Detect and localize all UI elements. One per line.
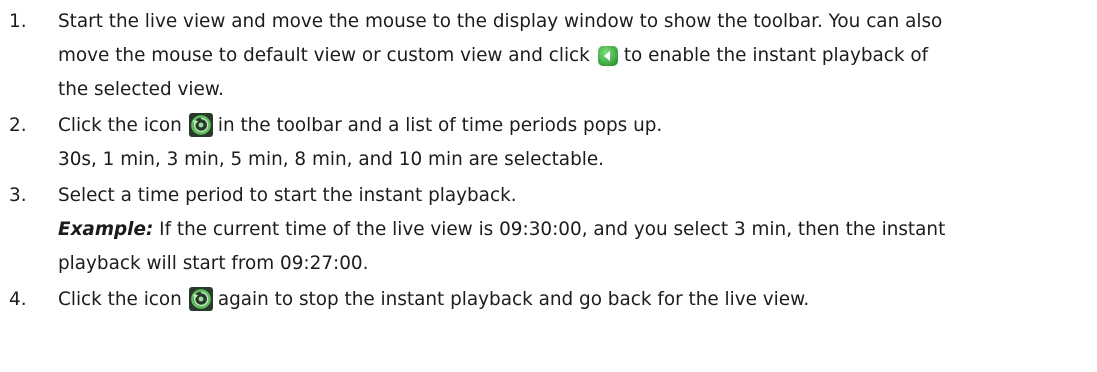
step-number: 3. bbox=[9, 185, 27, 206]
step-number: 2. bbox=[9, 115, 27, 136]
step-text-line: Select a time period to start the instan… bbox=[58, 180, 517, 212]
step-text-line: Example: If the current time of the live… bbox=[58, 214, 945, 246]
step-text-line: Click the icon in the toolbar and a list… bbox=[58, 110, 662, 142]
step-text-line: move the mouse to default view or custom… bbox=[58, 40, 928, 72]
step-text-line: playback will start from 09:27:00. bbox=[58, 248, 368, 280]
example-label: Example: bbox=[58, 219, 154, 240]
step-number: 1. bbox=[9, 11, 27, 32]
step-text: playback will start from 09:27:00. bbox=[58, 253, 369, 274]
step-number: 4. bbox=[9, 289, 27, 310]
instant-playback-icon bbox=[188, 287, 213, 311]
step-text: the selected view. bbox=[58, 79, 225, 100]
step-text: Click the icon bbox=[58, 115, 182, 136]
step-text: Select a time period to start the instan… bbox=[58, 185, 517, 206]
step-text: move the mouse to default view or custom… bbox=[58, 45, 590, 66]
instant-playback-icon bbox=[188, 113, 213, 137]
step-text: If the current time of the live view is … bbox=[159, 219, 946, 240]
step-text: again to stop the instant playback and g… bbox=[217, 289, 810, 310]
step-text-line: Click the icon again to stop the instant… bbox=[58, 284, 809, 316]
step-text: Click the icon bbox=[58, 289, 182, 310]
step-text-line: Start the live view and move the mouse t… bbox=[58, 6, 942, 38]
step-text-line: the selected view. bbox=[58, 74, 224, 106]
step-text: Start the live view and move the mouse t… bbox=[58, 11, 943, 32]
green-back-arrow-icon bbox=[597, 45, 619, 67]
step-text-line: 30s, 1 min, 3 min, 5 min, 8 min, and 10 … bbox=[58, 144, 604, 176]
instructions-document: 1. Start the live view and move the mous… bbox=[0, 0, 1097, 372]
step-text: in the toolbar and a list of time period… bbox=[217, 115, 663, 136]
step-text: 30s, 1 min, 3 min, 5 min, 8 min, and 10 … bbox=[58, 149, 605, 170]
step-text: to enable the instant playback of bbox=[623, 45, 929, 66]
